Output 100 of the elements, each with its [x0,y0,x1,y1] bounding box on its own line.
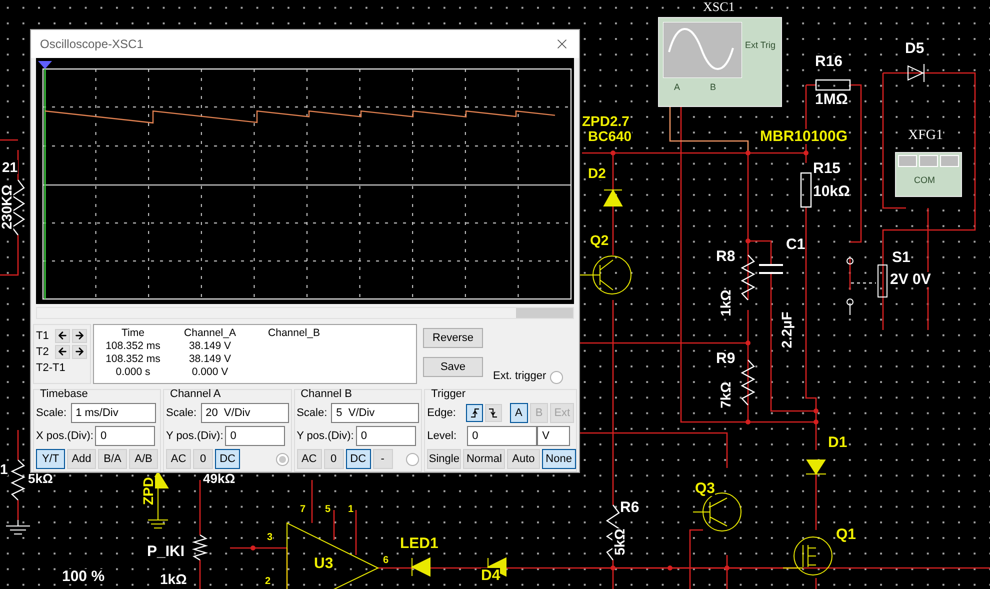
table-cell-text: 38.149 V [188,340,232,354]
action-button[interactable]: Save [423,357,483,378]
component-label: 5 [325,505,331,515]
field-label: Scale: [36,406,67,421]
component-label: U3 [314,556,334,571]
cursor-right-button[interactable] [72,328,87,343]
table-cell-text: 0.000 V [190,366,230,380]
mode-button[interactable]: AC [296,449,322,469]
component-label: 21 [2,160,18,174]
mode-button[interactable]: AC [166,449,191,469]
input-field[interactable]: 1 ms/Div [70,403,156,423]
group-title: Channel B [300,389,353,400]
action-button[interactable]: Reverse [423,328,483,348]
mode-button[interactable]: - [372,449,393,469]
component-label: 100 % [62,569,105,584]
input-field[interactable]: V [537,426,570,446]
cursor-left-button[interactable] [55,328,70,343]
cursor-right-button[interactable] [72,344,87,359]
component-label: 1 [348,505,354,515]
mode-button[interactable]: None [542,449,576,469]
field-label: Scale: [296,406,328,421]
mode-button[interactable]: DC [346,449,371,469]
radio-button[interactable] [276,452,289,466]
component-label: 2 [265,577,271,587]
capacitor-symbol [759,264,783,274]
horizontal-scrollbar[interactable] [36,307,574,320]
component-label: COM [914,176,935,185]
component-label: D1 [828,435,848,450]
radio-button[interactable] [550,371,564,384]
component-label: 7 [300,505,306,515]
input-field[interactable]: 0 [225,426,286,446]
group-title: Channel A [169,389,222,400]
arrow-left-icon [57,330,68,342]
ext-trigger-label: Ext. trigger [493,368,546,384]
mode-button[interactable]: A/B [129,449,158,469]
column-header: Channel_B [267,327,321,340]
edge-button[interactable] [466,404,483,422]
component-label: 1kΩ [718,290,732,316]
mode-button[interactable]: Normal [463,449,506,469]
cursor-left-button[interactable] [55,344,70,359]
component-label: R6 [620,500,640,515]
component-label: R16 [815,54,843,69]
mode-button[interactable]: Single [427,449,462,469]
field-label: X pos.(Div): [36,428,94,444]
radio-button[interactable] [406,452,420,466]
table-cell-text: 108.352 ms [104,353,162,366]
component-label: S1 [892,250,910,265]
window-title: Oscilloscope-XSC1 [40,36,144,53]
table-cell-text: 38.149 V [188,353,232,366]
component-label: 5kΩ [28,472,53,485]
component-label: ZPD [141,477,155,505]
diode-outline-symbol [908,64,924,82]
field-label: Y pos.(Div): [296,428,354,444]
component-label: 1MΩ [815,92,848,107]
arrow-right-icon [74,330,85,342]
component-label: XSC1 [703,0,735,13]
mode-button[interactable]: Y/T [36,449,65,469]
input-field[interactable]: 5 V/Div [331,403,420,423]
mode-button[interactable]: B/A [98,449,127,469]
mode-button[interactable]: 0 [324,449,344,469]
component-label: Q3 [695,481,716,496]
component-label: BC640 [588,129,632,143]
component-label: A [674,83,680,92]
component-label: D2 [588,166,606,180]
component-label: 1kΩ [160,572,187,586]
input-field[interactable]: 20 V/Div [200,403,289,423]
component-label: Q1 [836,527,856,542]
input-field[interactable]: 0 [467,426,538,446]
field-label: Edge: [427,406,457,421]
component-label: 230KΩ [0,184,14,230]
component-label: LED1 [400,536,438,551]
component-label: 49kΩ [203,472,236,485]
column-header: Channel_A [183,327,237,340]
field-label: Scale: [166,406,197,421]
group-title: Timebase [39,389,89,400]
ground-symbol [6,520,30,534]
mode-button[interactable]: Add [67,449,96,469]
arrow-left-icon [57,346,68,358]
table-cell-text: 108.352 ms [104,340,162,354]
component-label: D4 [481,568,500,583]
mode-button[interactable]: DC [215,449,240,469]
mode-button[interactable]: Auto [507,449,540,469]
input-field[interactable]: 0 [356,426,416,446]
component-label: 2V 0V [890,272,931,287]
component-label: P_IKI [147,544,185,559]
component-label: 2.2μF [779,312,794,348]
arrow-right-icon [74,346,85,358]
input-field[interactable]: 0 [95,426,156,446]
rising-edge-icon [468,406,481,420]
mode-button[interactable]: A [510,403,528,423]
component-label: 5kΩ [612,528,626,556]
cursor-label: T2-T1 [36,360,66,376]
component-label: 6 [383,556,389,566]
switch-symbol [846,258,888,316]
component-label: R15 [813,161,841,176]
scrollbar-thumb[interactable] [516,308,573,318]
mode-button[interactable]: 0 [193,449,213,469]
component-label: ZPD2.7 [582,114,630,128]
component-label: Q2 [590,233,609,247]
component-label: R9 [716,351,736,366]
